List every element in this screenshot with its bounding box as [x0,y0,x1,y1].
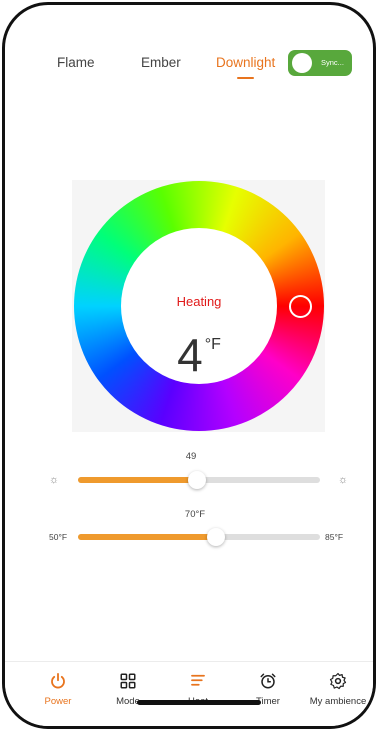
tab-ember[interactable]: Ember [141,55,181,70]
color-picker-handle[interactable] [289,295,312,318]
sync-toggle-label: Sync... [321,58,344,67]
brightness-fill [78,477,197,483]
tab-flame[interactable]: Flame [57,55,95,70]
temperature-min-label: 50°F [49,532,68,542]
nav-my-ambience[interactable]: My ambience [302,672,373,707]
color-wheel-panel: Heating 4 °F [72,180,325,432]
brightness-value: 49 [185,451,197,462]
wheel-center: Heating 4 °F [121,228,277,384]
heating-status: Heating [176,294,222,309]
nav-my-ambience-label: My ambience [309,696,367,707]
heat-icon [191,674,205,686]
brightness-slider[interactable] [78,471,320,489]
tab-downlight[interactable]: Downlight [216,55,275,70]
sun-bright-icon: ☼ [338,474,349,486]
phone-frame: Flame Ember Downlight Sync... Heating 4 °… [2,2,376,729]
sync-toggle[interactable]: Sync... [288,50,352,76]
power-icon [51,672,65,689]
temperature-value: 4 [177,329,203,381]
home-indicator [137,700,261,705]
nav-power[interactable]: Power [22,672,94,707]
bottom-nav: Power Mode Heat Time [5,661,373,726]
grid-icon [120,673,136,689]
toggle-knob [292,53,312,73]
temperature-readout: 4 °F [121,328,277,382]
temperature-fill [78,534,216,540]
temperature-slider[interactable] [78,528,320,546]
color-wheel[interactable]: Heating 4 °F [74,181,324,431]
temperature-max-label: 85°F [325,532,344,542]
sun-dim-icon: ☼ [49,474,60,486]
gear-icon [329,672,347,690]
alarm-clock-icon [260,673,276,689]
brightness-thumb[interactable] [188,471,206,489]
nav-power-label: Power [44,696,72,707]
temperature-unit: °F [204,336,221,353]
temperature-thumb[interactable] [207,528,225,546]
temperature-setting-value: 70°F [184,509,206,520]
active-tab-indicator [237,77,254,79]
